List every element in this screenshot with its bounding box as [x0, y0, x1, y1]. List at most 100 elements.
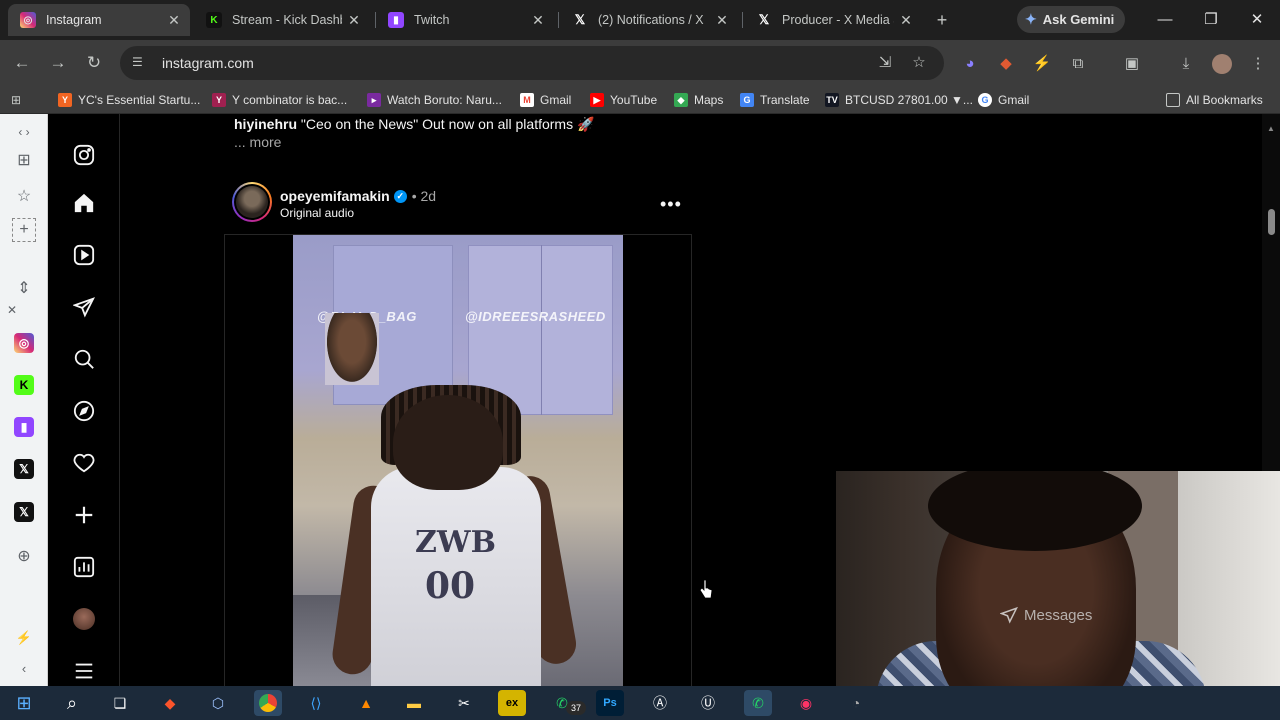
recorder-icon[interactable]: ◉ [792, 690, 820, 716]
atlas-icon[interactable]: Ⓐ [646, 690, 674, 716]
side-nav-arrows-icon[interactable]: ‹ › [12, 120, 36, 144]
x-app-icon[interactable]: 𝕏 [14, 459, 34, 479]
whatsapp-business-icon[interactable]: ✆ [744, 690, 772, 716]
reels-icon[interactable] [72, 243, 96, 267]
forward-arrow-icon[interactable]: → [47, 52, 69, 74]
close-tab-icon[interactable]: ✕ [714, 12, 730, 29]
url-text[interactable]: instagram.com [162, 55, 254, 71]
search-icon[interactable] [72, 347, 96, 371]
heart-notifications-icon[interactable] [72, 451, 96, 475]
file-explorer-icon[interactable]: ▬ [400, 690, 428, 716]
brave-icon[interactable]: ◆ [156, 690, 184, 716]
bolt-search-icon[interactable]: ⚡ [12, 626, 36, 650]
user-collapse-icon[interactable]: ‹ [12, 656, 36, 680]
send-icon [1000, 606, 1018, 624]
chrome-icon[interactable] [254, 690, 282, 716]
site-info-icon[interactable]: ☰ [132, 55, 148, 71]
bookmark-yc[interactable]: Y YC's Essential Startu... [58, 91, 200, 109]
instagram-logo-icon[interactable] [72, 143, 96, 167]
side-panel-icon[interactable]: ▣ [1122, 54, 1142, 74]
post-media[interactable]: @BI_Y_D_BAG @IDREEESRASHEED ZWB 00 [224, 234, 713, 686]
back-arrow-icon[interactable]: ← [11, 52, 33, 74]
favorites-icon[interactable]: ☆ [12, 184, 36, 208]
caption-username[interactable]: hiyinehru [234, 116, 297, 132]
instagram-app-icon[interactable]: ◎ [14, 333, 34, 353]
windows-start-icon[interactable]: ⊞ [10, 690, 38, 716]
close-tab-icon[interactable]: ✕ [898, 12, 914, 29]
x-app-icon[interactable]: 𝕏 [14, 502, 34, 522]
bookmark-btcusd[interactable]: TV BTCUSD 27801.00 ▼... [825, 91, 973, 109]
menu-kebab-icon[interactable]: ⋮ [1248, 54, 1268, 74]
kick-app-icon[interactable]: K [14, 375, 34, 395]
original-audio-link[interactable]: Original audio [280, 206, 354, 220]
tab-x-producer[interactable]: 𝕏 Producer - X Media S ✕ [744, 4, 922, 36]
expand-icon[interactable]: ⇕ [12, 276, 36, 300]
grid-icon[interactable]: ⊞ [12, 148, 36, 172]
minimize-icon[interactable]: — [1153, 8, 1177, 32]
ask-gemini-button[interactable]: ✦ Ask Gemini [1017, 6, 1125, 33]
download-icon[interactable]: ⤓ [1176, 54, 1196, 74]
apps-grid-icon[interactable]: ⊞ [11, 91, 21, 109]
extension-icon[interactable]: ◕ [960, 54, 980, 74]
tab-twitch[interactable]: ▮ Twitch ✕ [376, 4, 554, 36]
bookmark-maps[interactable]: ◆ Maps [674, 91, 723, 109]
vscode-icon[interactable]: ⟨⟩ [302, 690, 330, 716]
more-menu-icon[interactable] [72, 659, 96, 683]
explore-compass-icon[interactable] [72, 399, 96, 423]
address-bar[interactable]: ☰ instagram.com ⇲ ☆ [120, 46, 944, 80]
profile-avatar[interactable] [1212, 54, 1232, 74]
close-panel-icon[interactable]: ✕ [0, 298, 24, 322]
vlc-icon[interactable]: ▲ [352, 690, 380, 716]
cube-app-icon[interactable]: ⬡ [204, 690, 232, 716]
scroll-thumb[interactable] [1268, 209, 1275, 235]
bookmark-youtube[interactable]: ▶ YouTube [590, 91, 657, 109]
twitch-app-icon[interactable]: ▮ [14, 417, 34, 437]
bookmark-gmail[interactable]: M Gmail [520, 91, 571, 109]
create-plus-icon[interactable] [72, 503, 96, 527]
messages-button[interactable]: Messages [1000, 606, 1092, 624]
home-icon[interactable] [72, 191, 96, 215]
tab-title: (2) Notifications / X [598, 13, 704, 27]
profile-avatar[interactable] [72, 607, 96, 631]
tab-kick[interactable]: K Stream - Kick Dashbo ✕ [194, 4, 370, 36]
bookmark-boruto[interactable]: ▸ Watch Boruto: Naru... [367, 91, 502, 109]
bookmark-label: Y combinator is bac... [232, 93, 348, 107]
new-tab-icon[interactable]: + [932, 10, 952, 30]
reel-video[interactable]: @BI_Y_D_BAG @IDREEESRASHEED ZWB 00 [293, 235, 623, 686]
close-window-icon[interactable]: ✕ [1245, 8, 1269, 32]
post-options-icon[interactable]: ••• [660, 194, 682, 215]
more-link[interactable]: ... more [234, 134, 281, 150]
reload-icon[interactable]: ↻ [83, 52, 105, 74]
close-tab-icon[interactable]: ✕ [166, 12, 182, 29]
extension-fox-icon[interactable]: ◆ [996, 54, 1016, 74]
dashboard-icon[interactable] [72, 555, 96, 579]
bookmark-gmail-2[interactable]: G Gmail [978, 91, 1029, 109]
post-author-avatar[interactable] [232, 182, 272, 222]
extension-bolt-icon[interactable]: ⚡ [1032, 54, 1052, 74]
close-tab-icon[interactable]: ✕ [346, 12, 362, 29]
bookmark-star-icon[interactable]: ☆ [910, 54, 928, 72]
bookmark-ycombinator[interactable]: Y Y combinator is bac... [212, 91, 347, 109]
add-app-icon[interactable]: + [12, 218, 36, 242]
add-icon[interactable]: ⊕ [12, 544, 36, 568]
windows-taskbar: ⊞ ⌕ ❏ ◆ ⬡ ⟨⟩ ▲ ▬ ✂ ex ✆ Ps Ⓐ Ⓤ ✆ ◉ ◔ [0, 686, 1280, 720]
all-bookmarks[interactable]: All Bookmarks [1166, 91, 1263, 109]
tab-instagram[interactable]: ◎ Instagram ✕ [8, 4, 190, 36]
tab-x-notifications[interactable]: 𝕏 (2) Notifications / X ✕ [560, 4, 738, 36]
messages-icon[interactable] [72, 295, 96, 319]
capcut-icon[interactable]: ✂ [450, 690, 478, 716]
scroll-up-icon[interactable]: ▲ [1267, 124, 1275, 133]
restore-icon[interactable]: ❐ [1199, 8, 1223, 32]
photoshop-icon[interactable]: Ps [596, 690, 624, 716]
bookmark-translate[interactable]: G Translate [740, 91, 810, 109]
search-icon[interactable]: ⌕ [58, 690, 86, 716]
task-view-icon[interactable]: ❏ [106, 690, 134, 716]
unreal-icon[interactable]: Ⓤ [694, 690, 722, 716]
close-tab-icon[interactable]: ✕ [530, 12, 546, 29]
post-username[interactable]: opeyemifamakin [280, 188, 390, 204]
gauge-icon[interactable]: ◔ [842, 690, 870, 716]
extensions-puzzle-icon[interactable]: ⧉ [1068, 54, 1088, 74]
bookmark-label: Gmail [540, 93, 572, 107]
exness-icon[interactable]: ex [498, 690, 526, 716]
install-app-icon[interactable]: ⇲ [876, 54, 894, 72]
